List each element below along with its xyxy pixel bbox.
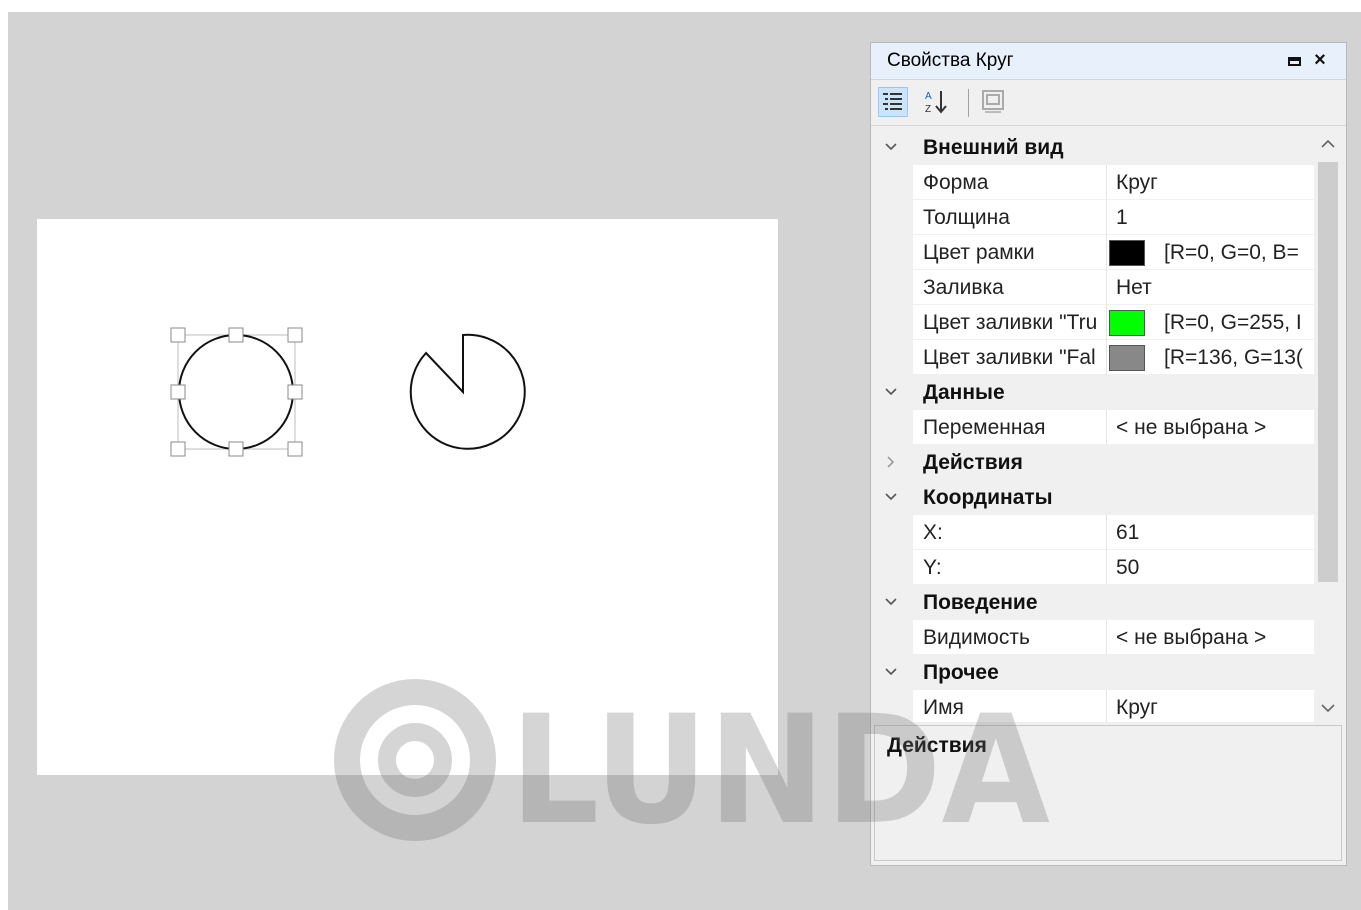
property-name: Форма	[913, 165, 1107, 200]
property-pages-icon	[982, 90, 1004, 113]
scrollbar-thumb[interactable]	[1318, 162, 1338, 582]
row-gutter	[874, 410, 913, 445]
category-label: Внешний вид	[923, 136, 1064, 159]
chevron-down-icon[interactable]	[884, 385, 898, 399]
category-coordinates[interactable]: Координаты	[874, 480, 1314, 515]
alphabetical-button[interactable]: A Z	[923, 87, 953, 117]
property-grid[interactable]: Внешний вид Форма Круг Толщина 1 Цвет ра…	[874, 130, 1342, 722]
panel-title: Свойства Круг	[887, 50, 1014, 71]
property-pages-button[interactable]	[979, 87, 1009, 117]
scroll-up-icon[interactable]	[1314, 130, 1342, 158]
color-value: [R=136, G=13(	[1164, 346, 1303, 369]
row-gutter	[874, 165, 913, 200]
property-value[interactable]: < не выбрана >	[1107, 410, 1314, 445]
description-pane: Действия	[874, 725, 1342, 861]
toolbar-separator	[968, 89, 969, 117]
property-row-fill-true-color[interactable]: Цвет заливки "Tru [R=0, G=255, I	[874, 305, 1314, 340]
description-title: Действия	[887, 734, 987, 757]
category-label: Прочее	[923, 661, 999, 684]
property-row-shape[interactable]: Форма Круг	[874, 165, 1314, 200]
property-value[interactable]: 50	[1107, 550, 1314, 585]
scroll-down-icon[interactable]	[1314, 694, 1342, 722]
property-value[interactable]: Круг	[1107, 690, 1314, 722]
category-label: Координаты	[923, 486, 1053, 509]
property-value-cell[interactable]: [R=0, G=0, B=	[1107, 235, 1314, 270]
property-row-thickness[interactable]: Толщина 1	[874, 200, 1314, 235]
property-name: X:	[913, 515, 1107, 550]
panel-title-bar: Свойства Круг ×	[871, 43, 1346, 80]
chevron-down-icon[interactable]	[884, 595, 898, 609]
property-name: Переменная	[913, 410, 1107, 445]
property-value[interactable]: 1	[1107, 200, 1314, 235]
property-name: Заливка	[913, 270, 1107, 305]
color-swatch	[1109, 345, 1145, 371]
color-swatch	[1109, 240, 1145, 266]
property-row-fill[interactable]: Заливка Нет	[874, 270, 1314, 305]
property-name: Имя	[913, 690, 1107, 722]
panel-toolbar: A Z	[871, 79, 1346, 126]
pie-shape[interactable]	[409, 333, 526, 450]
property-value[interactable]: Нет	[1107, 270, 1314, 305]
selection-handles[interactable]	[170, 327, 303, 457]
property-name: Y:	[913, 550, 1107, 585]
property-value[interactable]: < не выбрана >	[1107, 620, 1314, 655]
row-gutter	[874, 620, 913, 655]
property-value-cell[interactable]: [R=136, G=13(	[1107, 340, 1314, 375]
property-name: Цвет рамки	[913, 235, 1107, 270]
property-value[interactable]: Круг	[1107, 165, 1314, 200]
row-gutter	[874, 550, 913, 585]
property-row-fill-false-color[interactable]: Цвет заливки "Fal [R=136, G=13(	[874, 340, 1314, 375]
row-gutter	[874, 515, 913, 550]
design-canvas[interactable]	[37, 219, 778, 775]
category-data[interactable]: Данные	[874, 375, 1314, 410]
chevron-down-icon[interactable]	[884, 665, 898, 679]
property-row-x[interactable]: X: 61	[874, 515, 1314, 550]
category-label: Действия	[923, 451, 1023, 474]
row-gutter	[874, 340, 913, 375]
category-appearance[interactable]: Внешний вид	[874, 130, 1314, 165]
color-swatch	[1109, 310, 1145, 336]
property-row-border-color[interactable]: Цвет рамки [R=0, G=0, B=	[874, 235, 1314, 270]
row-gutter	[874, 305, 913, 340]
category-label: Поведение	[923, 591, 1038, 614]
color-value: [R=0, G=255, I	[1164, 311, 1302, 334]
categorized-icon	[883, 93, 902, 110]
close-button[interactable]: ×	[1308, 48, 1332, 72]
svg-text:A: A	[925, 91, 932, 102]
close-icon: ×	[1314, 49, 1326, 71]
properties-panel: Свойства Круг × A Z Внешний вид Форма Кр…	[870, 42, 1347, 866]
alphabetical-sort-icon: A Z	[925, 91, 947, 115]
category-actions[interactable]: Действия	[874, 445, 1314, 480]
category-label: Данные	[923, 381, 1005, 404]
category-misc[interactable]: Прочее	[874, 655, 1314, 690]
maximize-icon	[1287, 56, 1301, 66]
circle-shape[interactable]	[177, 334, 296, 450]
row-gutter	[874, 270, 913, 305]
property-value[interactable]: 61	[1107, 515, 1314, 550]
property-name: Видимость	[913, 620, 1107, 655]
row-gutter	[874, 690, 913, 722]
property-name: Цвет заливки "Fal	[913, 340, 1107, 375]
row-gutter	[874, 200, 913, 235]
property-name: Цвет заливки "Tru	[913, 305, 1107, 340]
categorized-button[interactable]	[878, 87, 908, 117]
chevron-down-icon[interactable]	[884, 140, 898, 154]
svg-text:Z: Z	[925, 104, 931, 115]
property-row-name[interactable]: Имя Круг	[874, 690, 1314, 722]
row-gutter	[874, 235, 913, 270]
maximize-button[interactable]	[1282, 48, 1306, 72]
color-value: [R=0, G=0, B=	[1164, 241, 1299, 264]
property-value-cell[interactable]: [R=0, G=255, I	[1107, 305, 1314, 340]
property-row-visibility[interactable]: Видимость < не выбрана >	[874, 620, 1314, 655]
chevron-right-icon[interactable]	[884, 455, 898, 469]
chevron-down-icon[interactable]	[884, 490, 898, 504]
property-row-variable[interactable]: Переменная < не выбрана >	[874, 410, 1314, 445]
property-name: Толщина	[913, 200, 1107, 235]
property-row-y[interactable]: Y: 50	[874, 550, 1314, 585]
vertical-scrollbar[interactable]	[1314, 130, 1342, 722]
category-behavior[interactable]: Поведение	[874, 585, 1314, 620]
